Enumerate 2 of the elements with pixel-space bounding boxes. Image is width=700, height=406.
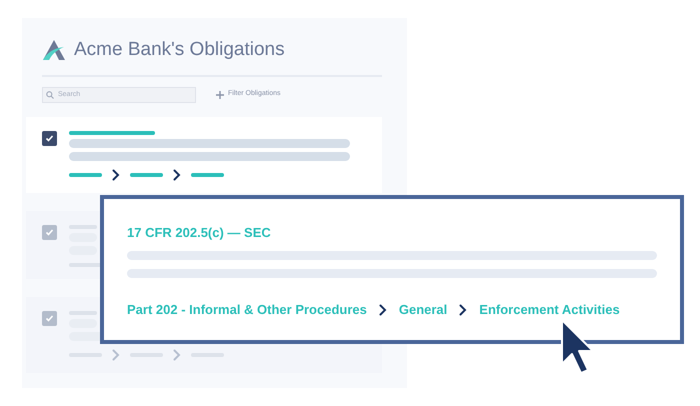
page-title: Acme Bank's Obligations (74, 38, 285, 62)
citation: 17 CFR 202.5(c) — SEC (127, 225, 271, 241)
